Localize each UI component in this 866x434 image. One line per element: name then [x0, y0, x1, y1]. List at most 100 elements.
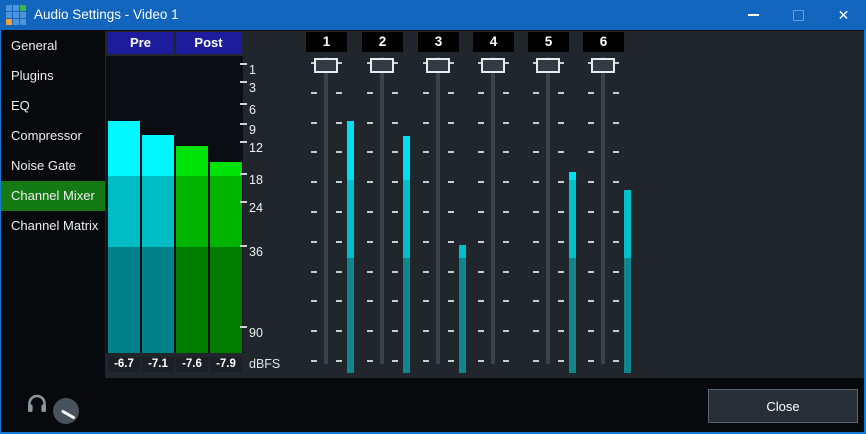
maximize-button — [776, 0, 821, 30]
fader-tick — [478, 211, 484, 213]
pre-meter-bar — [142, 135, 174, 176]
fader-tick — [478, 330, 484, 332]
scale-tick — [240, 245, 247, 247]
fader-tick — [423, 241, 429, 243]
fader-track-2[interactable] — [380, 57, 384, 364]
window-close-button[interactable]: ✕ — [821, 0, 866, 30]
fader-tick — [392, 300, 398, 302]
fader-tick — [367, 122, 373, 124]
fader-tick — [588, 92, 594, 94]
fader-tick — [533, 300, 539, 302]
sidebar-item-plugins[interactable]: Plugins — [1, 61, 105, 91]
channel-header-2: 2 — [362, 32, 403, 52]
fader-tick — [503, 92, 509, 94]
channel-meter-2 — [403, 136, 410, 180]
channel-meter-5 — [569, 258, 576, 373]
fader-tick — [423, 92, 429, 94]
fader-track-6[interactable] — [601, 57, 605, 364]
sidebar-item-eq[interactable]: EQ — [1, 91, 105, 121]
fader-tick — [367, 300, 373, 302]
sidebar-item-channel-matrix[interactable]: Channel Matrix — [1, 211, 105, 241]
fader-tick — [311, 151, 317, 153]
channel-header-4: 4 — [473, 32, 514, 52]
fader-tick — [311, 122, 317, 124]
post-meter-bar — [210, 247, 242, 353]
fader-tick — [448, 360, 454, 362]
fader-tick — [558, 360, 564, 362]
sidebar-item-noise-gate[interactable]: Noise Gate — [1, 151, 105, 181]
fader-tick — [311, 271, 317, 273]
fader-tick — [448, 330, 454, 332]
fader-tick — [423, 151, 429, 153]
fader-tick — [613, 360, 619, 362]
fader-handle-5[interactable] — [536, 58, 560, 73]
fader-tick — [478, 241, 484, 243]
pre-meter-bar — [108, 121, 140, 176]
scale-label: 3 — [249, 80, 256, 96]
channel-meter-1 — [347, 180, 354, 258]
fader-tick — [613, 122, 619, 124]
channel-header-5: 5 — [528, 32, 569, 52]
fader-tick — [503, 300, 509, 302]
minimize-button[interactable] — [731, 0, 776, 30]
headphones-volume-knob[interactable] — [53, 398, 79, 424]
fader-tick — [533, 122, 539, 124]
scale-tick — [240, 173, 247, 175]
fader-tick — [533, 241, 539, 243]
fader-tick — [448, 92, 454, 94]
fader-handle-2[interactable] — [370, 58, 394, 73]
titlebar: Audio Settings - Video 1 ✕ — [0, 0, 866, 30]
fader-handle-3[interactable] — [426, 58, 450, 73]
fader-handle-6[interactable] — [591, 58, 615, 73]
audio-settings-window: Audio Settings - Video 1 ✕ GeneralPlugin… — [0, 0, 866, 434]
fader-tick — [367, 271, 373, 273]
fader-tick — [367, 181, 373, 183]
channel-header-1: 1 — [306, 32, 347, 52]
fader-tick — [311, 360, 317, 362]
pre-meter-bar — [108, 247, 140, 353]
fader-tick — [311, 181, 317, 183]
channel-meter-1 — [347, 258, 354, 373]
scale-label: 12 — [249, 140, 263, 156]
post-meter-bar — [210, 162, 242, 176]
headphones-icon — [26, 394, 48, 419]
fader-tick — [503, 151, 509, 153]
channel-meter-6 — [624, 190, 631, 258]
fader-tick — [367, 211, 373, 213]
fader-handle-1[interactable] — [314, 58, 338, 73]
scale-label: 18 — [249, 172, 263, 188]
scale-tick — [240, 141, 247, 143]
fader-track-5[interactable] — [546, 57, 550, 364]
close-button[interactable]: Close — [708, 389, 858, 423]
fader-tick — [392, 330, 398, 332]
scale-label: 1 — [249, 62, 256, 78]
sidebar-item-channel-mixer[interactable]: Channel Mixer — [1, 181, 105, 211]
fader-tick — [533, 92, 539, 94]
fader-tick — [478, 300, 484, 302]
fader-tick — [533, 360, 539, 362]
fader-tick — [367, 330, 373, 332]
fader-tick — [588, 330, 594, 332]
fader-track-4[interactable] — [491, 57, 495, 364]
fader-tick — [533, 151, 539, 153]
fader-tick — [392, 360, 398, 362]
fader-tick — [392, 271, 398, 273]
fader-tick — [558, 271, 564, 273]
sidebar-item-compressor[interactable]: Compressor — [1, 121, 105, 151]
scale-tick — [240, 81, 247, 83]
fader-track-1[interactable] — [324, 57, 328, 364]
fader-tick — [478, 151, 484, 153]
channel-meter-5 — [569, 180, 576, 258]
fader-handle-4[interactable] — [481, 58, 505, 73]
fader-tick — [588, 151, 594, 153]
sidebar-item-general[interactable]: General — [1, 31, 105, 61]
scale-tick — [240, 201, 247, 203]
fader-tick — [311, 330, 317, 332]
fader-tick — [448, 300, 454, 302]
fader-tick — [311, 211, 317, 213]
channel-meter-6 — [624, 258, 631, 373]
fader-tick — [448, 151, 454, 153]
fader-track-3[interactable] — [436, 57, 440, 364]
scale-label: 9 — [249, 122, 256, 138]
fader-tick — [558, 122, 564, 124]
